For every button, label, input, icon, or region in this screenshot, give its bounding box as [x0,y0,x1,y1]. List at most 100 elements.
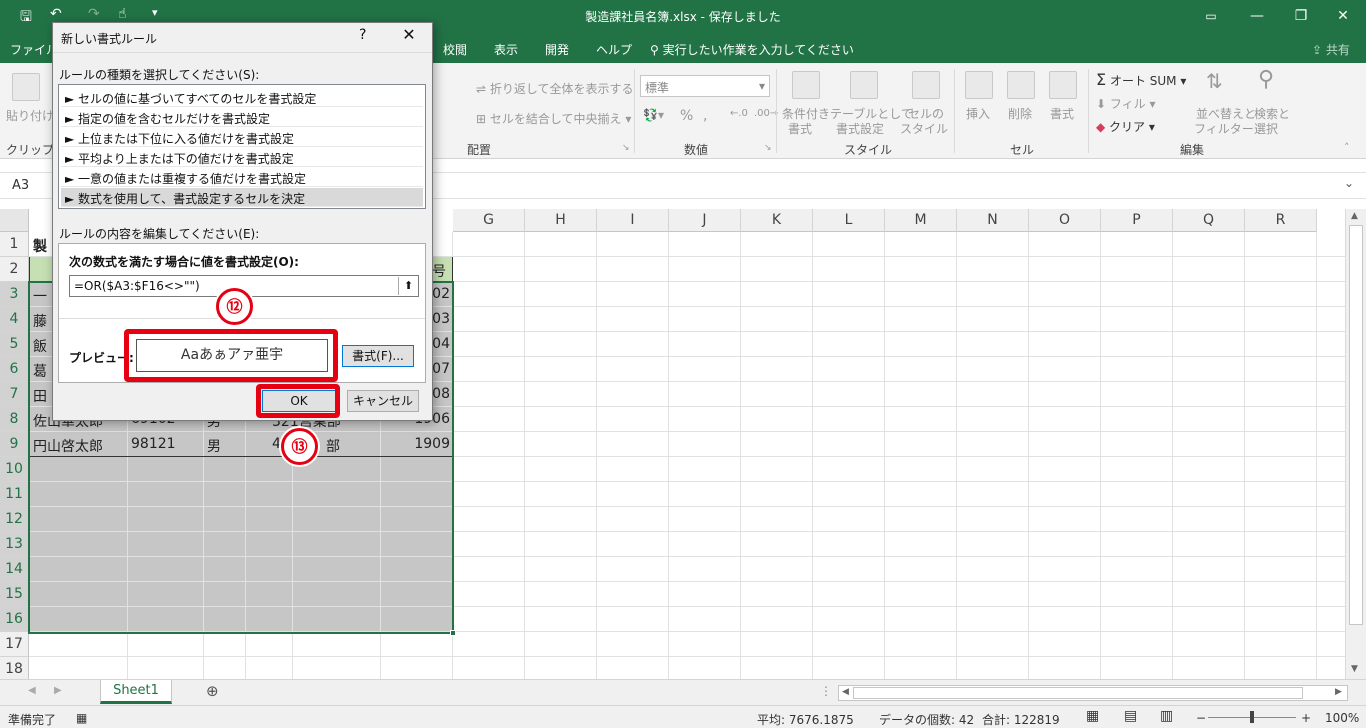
alignment-launcher-icon[interactable]: ↘ [622,143,630,153]
row-header-18[interactable]: 18 [0,657,29,679]
number-launcher-icon[interactable]: ↘ [764,143,772,153]
cell-f2[interactable]: 号 [432,261,446,281]
fill-handle[interactable] [450,630,456,636]
cell-a1[interactable]: 製 [33,236,47,256]
currency-icon[interactable]: 💱▾ [643,108,664,122]
sort-filter-icon[interactable]: ⇅ [1206,69,1223,93]
restore-icon[interactable]: ❐ [1278,0,1324,33]
column-header-m[interactable]: M [885,209,957,232]
format-button[interactable]: 書式(F)... [342,345,414,367]
page-break-icon[interactable]: ▥ [1160,708,1173,724]
scroll-left-icon[interactable]: ◀ [842,687,849,697]
collapse-dialog-icon[interactable]: ⬆ [398,277,418,295]
cell-style-line2[interactable]: スタイル [900,120,948,137]
row-header-8[interactable]: 8 [0,407,29,432]
share-button[interactable]: ⇪ 共有 [1312,41,1350,58]
zoom-out-icon[interactable]: − [1196,711,1206,725]
column-header-o[interactable]: O [1029,209,1101,232]
select-all-corner[interactable] [0,209,29,232]
column-header-j[interactable]: J [669,209,741,232]
cancel-button[interactable]: キャンセル [347,390,419,412]
row-header-3[interactable]: 3 [0,282,29,307]
row-header-1[interactable]: 1 [0,232,29,257]
prev-sheet-icon[interactable]: ◀ [28,685,36,696]
fill-button[interactable]: ⬇ フィル ▾ [1096,95,1155,112]
column-header-r[interactable]: R [1245,209,1317,232]
increase-decimal-icon[interactable]: ←.0 [730,108,748,119]
hscroll-thumb[interactable] [853,687,1303,699]
column-header-g[interactable]: G [453,209,525,232]
add-sheet-icon[interactable]: ⊕ [206,682,219,700]
column-header-p[interactable]: P [1101,209,1173,232]
scroll-up-icon[interactable]: ▲ [1351,211,1358,221]
rule-type-item[interactable]: ► 一意の値または重複する値だけを書式設定 [61,168,423,187]
delete-cells-icon[interactable] [1007,71,1035,99]
scroll-thumb[interactable] [1349,225,1363,625]
dialog-close-icon[interactable]: ✕ [397,25,421,47]
format-cells-icon[interactable] [1049,71,1077,99]
autosum-button[interactable]: Σ オート SUM ▾ [1096,70,1186,89]
rule-type-item[interactable]: ► セルの値に基づいてすべてのセルを書式設定 [61,88,423,107]
row-header-5[interactable]: 5 [0,332,29,357]
ribbon-options-icon[interactable]: ▭ [1188,0,1234,33]
status-average[interactable]: 平均: 7676.1875 [757,711,854,728]
column-header-n[interactable]: N [957,209,1029,232]
rule-type-item[interactable]: ► 平均より上または下の値だけを書式設定 [61,148,423,167]
comma-icon[interactable]: , [703,108,707,124]
row-header-6[interactable]: 6 [0,357,29,382]
tab-review[interactable]: 校閲 [443,41,467,58]
row-header-10[interactable]: 10 [0,457,29,482]
split-handle-icon[interactable]: ⋮ [820,684,832,698]
clear-button[interactable]: ◆ クリア ▾ [1096,118,1155,135]
number-format-select[interactable]: 標準 ▾ [640,75,770,97]
macro-record-icon[interactable]: ▦ [76,711,87,725]
format-label[interactable]: 書式 [1050,105,1074,122]
cond-format-line2[interactable]: 書式 [788,120,812,137]
tell-me-search[interactable]: ⚲ 実行したい作業を入力してください [650,41,854,58]
row-header-2[interactable]: 2 [0,257,29,282]
rule-type-item-selected[interactable]: ► 数式を使用して、書式設定するセルを決定 [61,188,423,207]
sheet-tab-sheet1[interactable]: Sheet1 [100,680,172,704]
name-box[interactable]: A3 [4,175,52,197]
close-icon[interactable]: ✕ [1320,0,1366,33]
tab-file[interactable]: ファイル [10,41,58,58]
rule-type-item[interactable]: ► 上位または下位に入る値だけを書式設定 [61,128,423,147]
page-layout-icon[interactable]: ▤ [1124,708,1137,724]
expand-formula-bar-icon[interactable]: ⌄ [1344,176,1354,190]
horizontal-scrollbar[interactable]: ◀ ▶ [838,685,1348,701]
wrap-text-button[interactable]: ⇌ 折り返して全体を表示する [476,80,634,97]
scroll-down-icon[interactable]: ▼ [1351,664,1358,674]
row-header-17[interactable]: 17 [0,632,29,657]
next-sheet-icon[interactable]: ▶ [54,685,62,696]
percent-icon[interactable]: % [680,108,693,124]
collapse-ribbon-icon[interactable]: ˄ [1344,141,1350,154]
normal-view-icon[interactable]: ▦ [1086,708,1099,724]
minimize-icon[interactable]: — [1234,0,1280,33]
decrease-decimal-icon[interactable]: .00→ [754,108,778,119]
merge-center-button[interactable]: ⊞ セルを結合して中央揃え ▾ [476,110,631,127]
row-header-15[interactable]: 15 [0,582,29,607]
zoom-level[interactable]: 100% [1325,711,1359,725]
insert-cells-icon[interactable] [965,71,993,99]
scroll-right-icon[interactable]: ▶ [1335,687,1342,697]
paste-label[interactable]: 貼り付け [6,107,54,124]
vertical-scrollbar[interactable]: ▲ ▼ [1345,209,1366,679]
find-select-line2[interactable]: 選択 [1254,120,1278,137]
delete-label[interactable]: 削除 [1008,105,1032,122]
conditional-format-icon[interactable] [792,71,820,99]
row-header-16[interactable]: 16 [0,607,29,632]
row-header-13[interactable]: 13 [0,532,29,557]
column-header-k[interactable]: K [741,209,813,232]
cell-style-icon[interactable] [912,71,940,99]
insert-label[interactable]: 挿入 [966,105,990,122]
rule-type-list[interactable]: ► セルの値に基づいてすべてのセルを書式設定 ► 指定の値を含むセルだけを書式設… [58,84,426,209]
paste-icon[interactable] [12,73,40,101]
row-header-9[interactable]: 9 [0,432,29,457]
row-header-7[interactable]: 7 [0,382,29,407]
help-button[interactable]: ? [359,27,366,43]
column-header-i[interactable]: I [597,209,669,232]
row-header-12[interactable]: 12 [0,507,29,532]
row-header-14[interactable]: 14 [0,557,29,582]
tab-view[interactable]: 表示 [494,41,518,58]
column-header-l[interactable]: L [813,209,885,232]
